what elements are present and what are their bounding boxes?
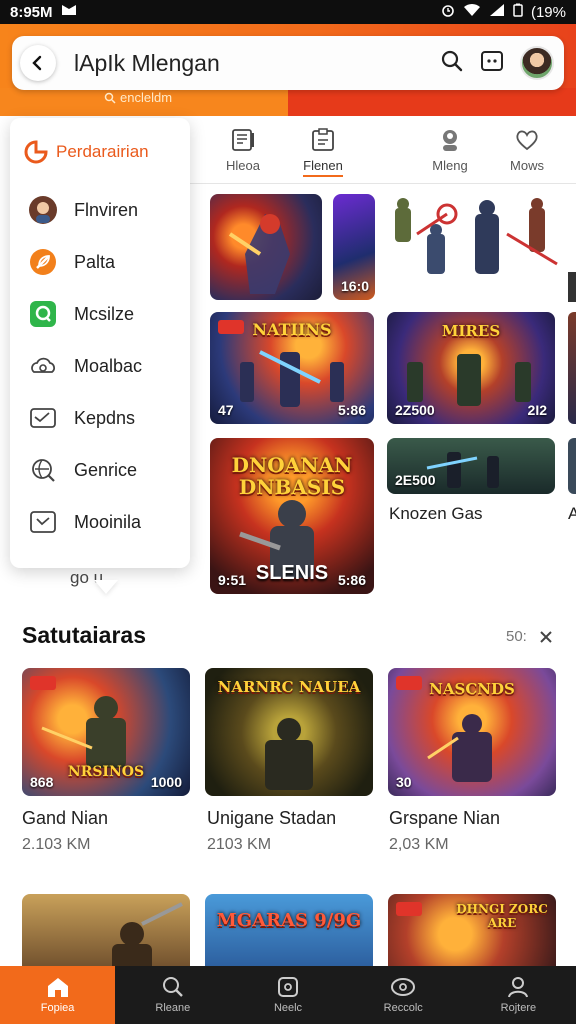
game-card-image[interactable]: MGARAS 9/9G xyxy=(205,894,373,974)
brand-logo-icon xyxy=(24,140,48,164)
menu-item-mcsilze[interactable]: Mcsilze xyxy=(10,288,190,340)
menu-item-kepdns[interactable]: Kepdns xyxy=(10,392,190,444)
search-bar[interactable]: lApIk Mlengan xyxy=(12,36,564,90)
game-tile[interactable]: DNOANAN DNBASIS SLENIS 9:51 5:86 xyxy=(210,438,374,594)
qr-scan-icon[interactable] xyxy=(480,49,504,78)
back-button[interactable] xyxy=(20,45,56,81)
book-icon xyxy=(232,129,254,151)
person-icon xyxy=(443,130,457,151)
mail-icon xyxy=(28,403,58,433)
game-tile[interactable]: 16:0 xyxy=(333,194,375,300)
chat-icon xyxy=(28,299,58,329)
menu-item-genrice[interactable]: Genrice xyxy=(10,444,190,496)
game-size: 2103 KM xyxy=(207,836,272,853)
game-card-image[interactable] xyxy=(22,894,190,974)
game-size: 2.103 KM xyxy=(22,836,91,853)
close-icon[interactable] xyxy=(539,630,553,644)
chevron-left-icon xyxy=(32,55,42,71)
search-hint: encleldm xyxy=(104,90,172,105)
tab-mleng[interactable]: Mleng xyxy=(415,128,485,173)
battery-percent: (19% xyxy=(530,3,566,21)
nav-search[interactable]: Rleane xyxy=(115,966,230,1024)
menu-pointer xyxy=(94,580,118,594)
app-root: 8:95M (19% lApIk Mlengan encleldm Hleoa … xyxy=(0,0,576,1024)
bottom-nav: Fopiea Rleane Neelc Reccolc Rojtere xyxy=(0,966,576,1024)
box-icon xyxy=(28,507,58,537)
status-time: 8:95M xyxy=(10,3,53,21)
game-title: Knozen Gas xyxy=(389,504,483,523)
avatar-icon xyxy=(28,195,58,225)
category-tabs: Hleoa Flenen Mleng Mows xyxy=(190,116,576,184)
tab-hleoa[interactable]: Hleoa xyxy=(208,128,278,173)
controller-icon xyxy=(391,978,416,996)
menu-item-moalbac[interactable]: Moalbac xyxy=(10,340,190,392)
game-tile[interactable] xyxy=(210,194,322,300)
wifi-icon xyxy=(463,3,481,21)
menu-item-flnviren[interactable]: Flnviren xyxy=(10,184,190,236)
game-size: 2,03 KM xyxy=(389,836,449,853)
search-input[interactable]: lApIk Mlengan xyxy=(74,50,220,77)
profile-icon xyxy=(508,977,529,998)
game-tile[interactable]: MIRES 2Z500 2I2 xyxy=(387,312,555,424)
game-tile[interactable]: 2E500 xyxy=(387,438,555,494)
tab-flenen[interactable]: Flenen xyxy=(288,128,358,177)
nav-games[interactable]: Reccolc xyxy=(346,966,461,1024)
game-card-image[interactable]: DHNGI ZORC ARE xyxy=(388,894,556,974)
app-header: lApIk Mlengan encleldm xyxy=(0,24,576,116)
heart-icon xyxy=(516,130,538,151)
clipboard-icon xyxy=(312,128,334,151)
app-icon xyxy=(278,977,298,997)
avatar[interactable] xyxy=(520,46,554,80)
game-card-image[interactable]: NASCNDS 30 xyxy=(388,668,556,796)
menu-item-palta[interactable]: Palta xyxy=(10,236,190,288)
game-title[interactable]: Unigane Stadan xyxy=(207,808,336,829)
search-icon[interactable] xyxy=(440,49,464,78)
cloud-icon xyxy=(28,351,58,381)
app-notification-icon xyxy=(61,3,77,21)
game-title[interactable]: Gand Nian xyxy=(22,808,108,829)
menu-header: Perdarairian xyxy=(10,118,190,184)
signal-icon xyxy=(489,3,505,21)
search-small-icon xyxy=(104,92,116,104)
section-title: Satutaiaras xyxy=(22,622,147,648)
game-tile[interactable] xyxy=(387,194,562,300)
alarm-icon xyxy=(441,3,455,21)
menu-item-mooinila[interactable]: Mooinila xyxy=(10,496,190,548)
game-card-image[interactable]: NRSINOS 868 1000 xyxy=(22,668,190,796)
section-more[interactable]: 50: xyxy=(506,628,553,645)
game-card-image[interactable]: NARNRC NAUEA xyxy=(205,668,373,796)
side-menu: Perdarairian Flnviren Palta Mcsilze Moal… xyxy=(10,118,190,568)
nav-apps[interactable]: Neelc xyxy=(230,966,345,1024)
nav-profile[interactable]: Rojtere xyxy=(461,966,576,1024)
search-icon xyxy=(162,977,183,997)
tab-mows[interactable]: Mows xyxy=(492,128,562,173)
search-globe-icon xyxy=(28,455,58,485)
battery-icon xyxy=(513,3,523,21)
leaf-icon xyxy=(28,247,58,277)
home-icon xyxy=(47,978,68,997)
game-title[interactable]: Grspane Nian xyxy=(389,808,500,829)
status-bar: 8:95M (19% xyxy=(0,0,576,24)
nav-home[interactable]: Fopiea xyxy=(0,966,116,1024)
game-tile[interactable]: NATIINS 47 5:86 xyxy=(210,312,374,424)
